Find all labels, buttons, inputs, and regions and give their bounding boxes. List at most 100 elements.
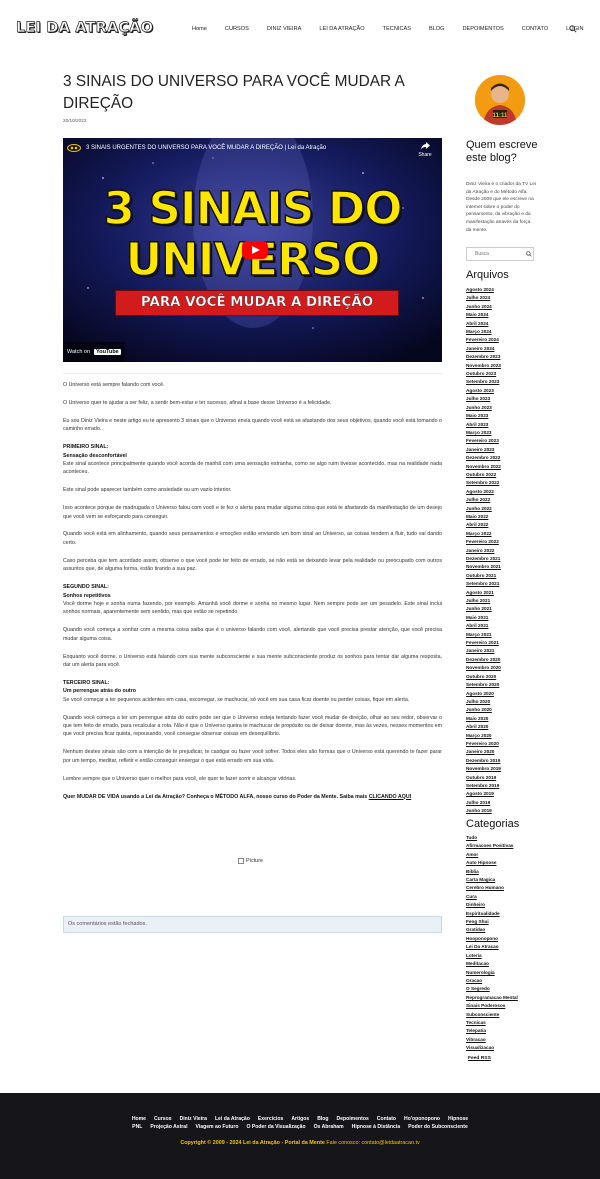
archive-link[interactable]: Junho 2020 xyxy=(466,706,546,714)
archive-link[interactable]: Junho 2022 xyxy=(466,505,546,513)
category-link[interactable]: Afirmacoes Positivas xyxy=(466,842,546,850)
archive-link[interactable]: Fevereiro 2024 xyxy=(466,336,546,344)
archive-link[interactable]: Maio 2021 xyxy=(466,614,546,622)
archive-link[interactable]: Setembro 2022 xyxy=(466,479,546,487)
watch-on-youtube-button[interactable]: Watch on YouTube xyxy=(63,342,125,362)
archive-link[interactable]: Julho 2022 xyxy=(466,496,546,504)
archive-link[interactable]: Setembro 2023 xyxy=(466,378,546,386)
archive-link[interactable]: Abril 2023 xyxy=(466,421,546,429)
archive-link[interactable]: Agosto 2022 xyxy=(466,488,546,496)
archive-link[interactable]: Novembro 2023 xyxy=(466,362,546,370)
footer-nav-link[interactable]: Contato xyxy=(377,1116,396,1122)
archive-link[interactable]: Agosto 2024 xyxy=(466,286,546,294)
archive-link[interactable]: Julho 2019 xyxy=(466,799,546,807)
archive-link[interactable]: Junho 2019 xyxy=(466,807,546,815)
category-link[interactable]: Meditacao xyxy=(466,960,546,968)
category-link[interactable]: Numerologia xyxy=(466,969,546,977)
archive-link[interactable]: Outubro 2023 xyxy=(466,370,546,378)
archive-link[interactable]: Maio 2024 xyxy=(466,311,546,319)
archive-link[interactable]: Junho 2023 xyxy=(466,404,546,412)
video-embed[interactable]: 3 SINAIS URGENTES DO UNIVERSO PARA VOCÊ … xyxy=(63,138,442,362)
archive-link[interactable]: Abril 2024 xyxy=(466,320,546,328)
nav-cursos[interactable]: CURSOS xyxy=(225,25,249,35)
archive-link[interactable]: Julho 2020 xyxy=(466,698,546,706)
archive-link[interactable]: Abril 2022 xyxy=(466,521,546,529)
archive-link[interactable]: Novembro 2021 xyxy=(466,563,546,571)
footer-nav-link[interactable]: Ho'oponopono xyxy=(404,1116,440,1122)
footer-nav-link[interactable]: Depoimentos xyxy=(337,1116,369,1122)
archive-link[interactable]: Setembro 2019 xyxy=(466,782,546,790)
archive-link[interactable]: Fevereiro 2023 xyxy=(466,437,546,445)
archive-link[interactable]: Março 2023 xyxy=(466,429,546,437)
archive-link[interactable]: Abril 2020 xyxy=(466,723,546,731)
category-link[interactable]: Hooponopono xyxy=(466,935,546,943)
archive-link[interactable]: Fevereiro 2021 xyxy=(466,639,546,647)
archive-link[interactable]: Maio 2022 xyxy=(466,513,546,521)
footer-nav-link[interactable]: Blog xyxy=(317,1116,328,1122)
cta-link[interactable]: CLICANDO AQUI xyxy=(369,794,411,800)
category-link[interactable]: O Segredo xyxy=(466,985,546,993)
archive-link[interactable]: Janeiro 2022 xyxy=(466,547,546,555)
archive-link[interactable]: Julho 2024 xyxy=(466,294,546,302)
category-link[interactable]: Bíblia xyxy=(466,868,546,876)
category-link[interactable]: Loteria xyxy=(466,952,546,960)
archive-link[interactable]: Novembro 2020 xyxy=(466,664,546,672)
category-link[interactable]: Dinheiro xyxy=(466,901,546,909)
category-link[interactable]: Amor xyxy=(466,851,546,859)
rss-feed-link[interactable]: Feed RSS xyxy=(468,1056,491,1061)
search-icon[interactable] xyxy=(526,251,532,257)
category-link[interactable]: Gratidao xyxy=(466,926,546,934)
archive-link[interactable]: Novembro 2022 xyxy=(466,463,546,471)
archive-link[interactable]: Junho 2021 xyxy=(466,605,546,613)
video-title-bar[interactable]: 3 SINAIS URGENTES DO UNIVERSO PARA VOCÊ … xyxy=(67,144,407,152)
nav-depoimentos[interactable]: DEPOIMENTOS xyxy=(463,25,504,35)
archive-link[interactable]: Março 2024 xyxy=(466,328,546,336)
nav-contato[interactable]: CONTATO xyxy=(522,25,548,35)
archive-link[interactable]: Janeiro 2024 xyxy=(466,345,546,353)
category-link[interactable]: Tecnicas xyxy=(466,1019,546,1027)
archive-link[interactable]: Maio 2020 xyxy=(466,715,546,723)
footer-nav-link[interactable]: PNL xyxy=(132,1124,142,1130)
footer-nav-link[interactable]: Projeção Astral xyxy=(150,1124,187,1130)
category-link[interactable]: Visualizacao xyxy=(466,1044,546,1052)
archive-link[interactable]: Março 2020 xyxy=(466,732,546,740)
footer-nav-link[interactable]: Artigos xyxy=(291,1116,309,1122)
footer-nav-link[interactable]: Hipnose xyxy=(448,1116,468,1122)
nav-lei-da-atracao[interactable]: LEI DA ATRAÇÃO xyxy=(319,25,364,35)
archive-link[interactable]: Agosto 2023 xyxy=(466,387,546,395)
nav-tecnicas[interactable]: TECNICAS xyxy=(383,25,411,35)
archive-link[interactable]: Novembro 2019 xyxy=(466,765,546,773)
nav-home[interactable]: Home xyxy=(192,25,207,35)
category-link[interactable]: Oracao xyxy=(466,977,546,985)
archive-link[interactable]: Agosto 2020 xyxy=(466,690,546,698)
footer-nav-link[interactable]: Diniz Vieira xyxy=(180,1116,207,1122)
site-logo[interactable]: LEI DA ATRAÇÃO xyxy=(16,20,154,37)
footer-nav-link[interactable]: Home xyxy=(132,1116,146,1122)
archive-link[interactable]: Agosto 2021 xyxy=(466,589,546,597)
category-link[interactable]: Vibracao xyxy=(466,1036,546,1044)
archive-link[interactable]: Junho 2024 xyxy=(466,303,546,311)
archive-link[interactable]: Março 2022 xyxy=(466,530,546,538)
archive-link[interactable]: Dezembro 2023 xyxy=(466,353,546,361)
archive-link[interactable]: Agosto 2019 xyxy=(466,790,546,798)
footer-nav-link[interactable]: O Poder da Visualização xyxy=(246,1124,305,1130)
category-link[interactable]: Sinais Poderosos xyxy=(466,1002,546,1010)
footer-nav-link[interactable]: Os Abraham xyxy=(314,1124,344,1130)
footer-nav-link[interactable]: Poder do Subconsciente xyxy=(408,1124,468,1130)
archive-link[interactable]: Maio 2023 xyxy=(466,412,546,420)
archive-link[interactable]: Setembro 2021 xyxy=(466,580,546,588)
category-link[interactable]: Cura xyxy=(466,893,546,901)
archive-link[interactable]: Dezembro 2022 xyxy=(466,454,546,462)
category-link[interactable]: Subconsciente xyxy=(466,1011,546,1019)
archive-link[interactable]: Outubro 2020 xyxy=(466,673,546,681)
video-title[interactable]: 3 SINAIS URGENTES DO UNIVERSO PARA VOCÊ … xyxy=(86,145,326,151)
archive-link[interactable]: Dezembro 2021 xyxy=(466,555,546,563)
archive-link[interactable]: Dezembro 2019 xyxy=(466,757,546,765)
archive-link[interactable]: Abril 2021 xyxy=(466,622,546,630)
archive-link[interactable]: Dezembro 2020 xyxy=(466,656,546,664)
search-input[interactable] xyxy=(467,248,522,260)
category-link[interactable]: Carta Magica xyxy=(466,876,546,884)
footer-nav-link[interactable]: Cursos xyxy=(154,1116,172,1122)
category-link[interactable]: Tudo xyxy=(466,834,546,842)
category-link[interactable]: Espiritualidade xyxy=(466,910,546,918)
